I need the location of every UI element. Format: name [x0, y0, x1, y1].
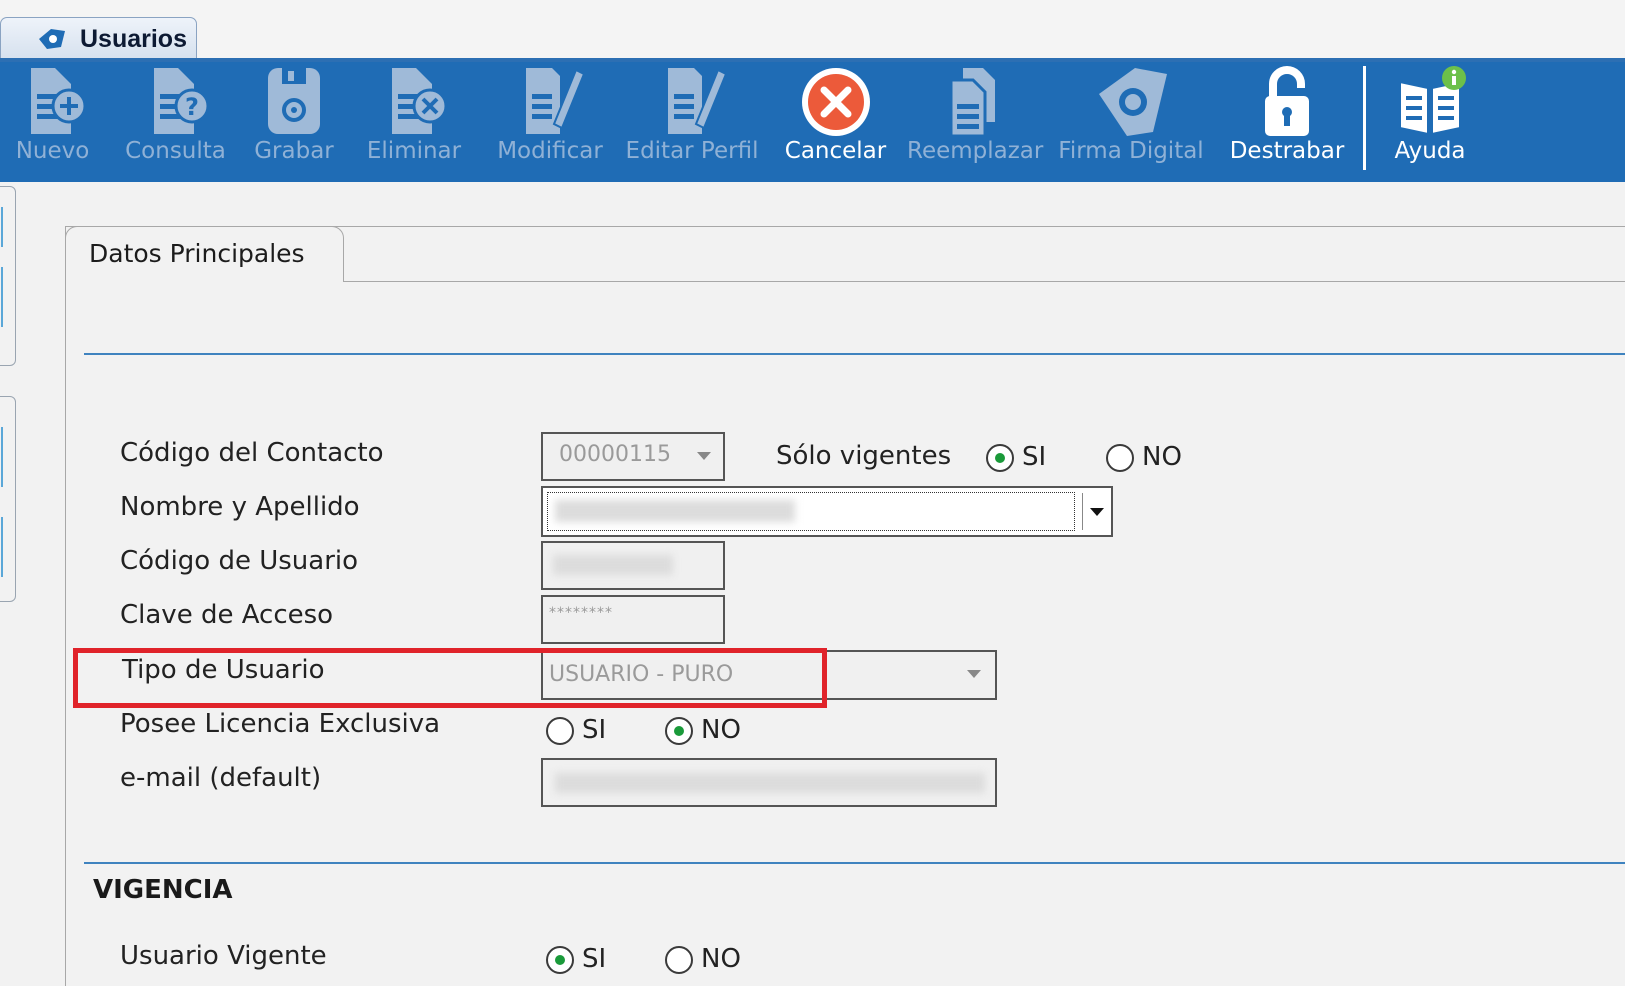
consulta-label: Consulta	[125, 138, 226, 164]
codigo-usuario-label: Código de Usuario	[120, 546, 359, 576]
licencia-si-label: SI	[582, 715, 607, 745]
edit-document-icon	[526, 68, 586, 134]
usuario-vigente-no-label: NO	[701, 944, 741, 974]
chevron-down-icon	[967, 670, 981, 678]
window-tab-strip: Usuarios	[0, 0, 1625, 62]
section-divider-vigencia	[84, 862, 1625, 864]
eliminar-label: Eliminar	[366, 138, 462, 164]
tab-datos-principales-label: Datos Principales	[89, 239, 305, 268]
reemplazar-button[interactable]: Reemplazar	[907, 62, 1044, 180]
unlock-padlock-icon	[1265, 66, 1309, 136]
licencia-no-radio[interactable]	[665, 717, 693, 745]
firma-digital-button[interactable]: Firma Digital	[1056, 62, 1206, 180]
modificar-button[interactable]: Modificar	[490, 62, 610, 180]
cancelar-label: Cancelar	[784, 138, 887, 164]
vigencia-section-title: VIGENCIA	[93, 875, 233, 905]
nombre-apellido-redacted	[555, 500, 795, 522]
tipo-usuario-highlight-box	[73, 648, 827, 708]
main-toolbar: Nuevo ? Consulta Grabar Eliminar Modific…	[0, 62, 1625, 182]
licencia-no-label: NO	[701, 715, 741, 745]
codigo-usuario-redacted	[553, 555, 673, 575]
licencia-exclusiva-label: Posee Licencia Exclusiva	[120, 709, 441, 739]
nombre-apellido-dropdown-button[interactable]	[1082, 493, 1112, 530]
clave-acceso-input[interactable]: ********	[541, 595, 725, 644]
codigo-usuario-input[interactable]	[541, 541, 725, 590]
cancel-circle-icon	[801, 68, 870, 136]
clave-acceso-label: Clave de Acceso	[120, 600, 334, 630]
reemplazar-label: Reemplazar	[907, 138, 1044, 164]
usuarios-window: Usuarios Nuevo ? Consulta Grabar Elimina…	[0, 0, 1625, 986]
replace-documents-icon	[949, 68, 995, 138]
usuario-vigente-si-label: SI	[582, 944, 607, 974]
grabar-label: Grabar	[254, 138, 334, 164]
nuevo-button[interactable]: Nuevo	[0, 62, 105, 180]
side-panel-collapsed-1[interactable]	[0, 186, 16, 366]
licencia-si-radio[interactable]	[546, 717, 574, 745]
solo-vigentes-no-radio[interactable]	[1106, 444, 1134, 472]
side-panel-collapsed-2[interactable]	[0, 396, 16, 602]
eliminar-button[interactable]: Eliminar	[358, 62, 470, 180]
email-default-redacted	[555, 773, 985, 793]
email-default-input[interactable]	[541, 758, 997, 807]
grabar-button[interactable]: Grabar	[244, 62, 344, 180]
new-document-icon	[30, 68, 86, 134]
query-document-icon: ?	[153, 68, 209, 134]
toolbar-separator	[1363, 66, 1366, 170]
cancelar-button[interactable]: Cancelar	[778, 62, 893, 180]
usuario-vigente-no-radio[interactable]	[665, 946, 693, 974]
solo-vigentes-si-radio[interactable]	[986, 444, 1014, 472]
solo-vigentes-no-label: NO	[1142, 442, 1182, 472]
nuevo-label: Nuevo	[15, 138, 90, 164]
tab-datos-principales[interactable]: Datos Principales	[65, 226, 344, 282]
consulta-button[interactable]: ? Consulta	[118, 62, 233, 180]
codigo-contacto-label: Código del Contacto	[120, 438, 384, 468]
solo-vigentes-label: Sólo vigentes	[776, 441, 952, 471]
firma-digital-label: Firma Digital	[1058, 138, 1204, 164]
codigo-contacto-combo[interactable]: 00000115	[541, 432, 725, 481]
chevron-down-icon	[1090, 508, 1104, 516]
section-divider-top	[84, 353, 1625, 355]
app-logo-icon	[39, 29, 65, 49]
nombre-apellido-combo[interactable]	[541, 486, 1113, 537]
destrabar-label: Destrabar	[1229, 138, 1345, 164]
editar-perfil-label: Editar Perfil	[625, 138, 759, 164]
help-book-icon	[1399, 66, 1466, 136]
nombre-apellido-label: Nombre y Apellido	[120, 492, 360, 522]
delete-document-icon	[392, 68, 448, 134]
save-disk-icon	[268, 68, 320, 134]
ayuda-button[interactable]: Ayuda	[1380, 62, 1480, 180]
window-tab-label: Usuarios	[80, 25, 187, 53]
destrabar-button[interactable]: Destrabar	[1222, 62, 1352, 180]
usuario-vigente-label: Usuario Vigente	[120, 941, 327, 971]
digital-signature-icon	[1099, 68, 1167, 136]
email-default-label: e-mail (default)	[120, 763, 322, 793]
usuario-vigente-si-radio[interactable]	[546, 946, 574, 974]
solo-vigentes-si-label: SI	[1022, 442, 1047, 472]
clave-acceso-value: ********	[549, 605, 613, 621]
codigo-contacto-value: 00000115	[559, 442, 671, 467]
ayuda-label: Ayuda	[1394, 138, 1466, 164]
edit-profile-icon	[668, 68, 728, 134]
modificar-label: Modificar	[497, 138, 603, 164]
editar-perfil-button[interactable]: Editar Perfil	[622, 62, 762, 180]
window-tab-usuarios[interactable]: Usuarios	[0, 17, 197, 59]
chevron-down-icon	[697, 452, 711, 460]
svg-text:?: ?	[185, 93, 199, 121]
